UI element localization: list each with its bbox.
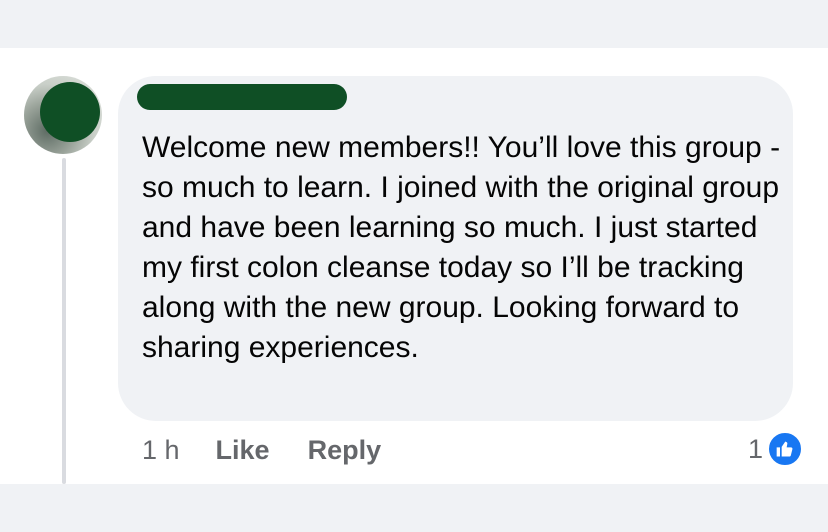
top-separator	[0, 0, 828, 48]
thumbs-up-icon	[767, 431, 804, 467]
avatar-redaction	[40, 82, 100, 142]
comment-timestamp[interactable]: 1 h	[142, 435, 180, 466]
bottom-separator	[0, 484, 828, 532]
reply-button[interactable]: Reply	[308, 435, 382, 466]
reaction-count: 1	[748, 433, 764, 464]
author-name-redaction	[137, 84, 347, 110]
comment-text: Welcome new members!! You’ll love this g…	[142, 131, 781, 364]
reply-thread-line	[62, 158, 66, 484]
like-button[interactable]: Like	[216, 435, 270, 466]
comment-actions: 1 h Like Reply	[142, 432, 419, 468]
reaction-summary[interactable]: 1	[748, 430, 804, 468]
avatar[interactable]	[24, 76, 102, 154]
